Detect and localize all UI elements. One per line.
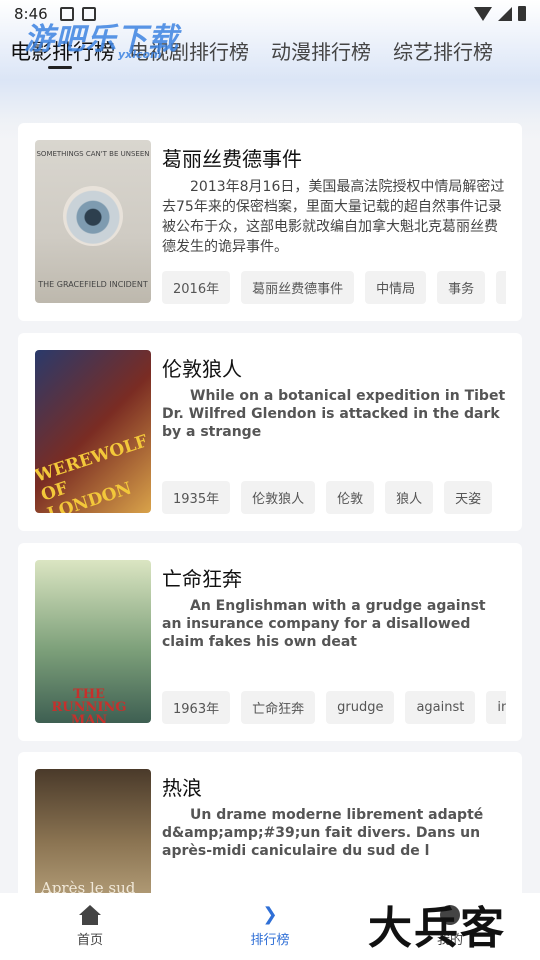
movie-poster: SOMETHINGS CAN'T BE UNSEEN THE GRACEFIEL…: [35, 140, 151, 303]
watermark-bottom: 大兵客: [368, 903, 506, 954]
tag[interactable]: 2016年: [162, 271, 231, 304]
tab-anime-ranking[interactable]: 动漫排行榜: [271, 36, 371, 65]
tag[interactable]: 伦敦狼人: [241, 481, 316, 514]
tag[interactable]: 事务: [437, 271, 486, 304]
movie-description: An Englishman with a grudge against an i…: [162, 598, 486, 650]
nav-home-label: 首页: [76, 933, 103, 948]
tag-list: 1935年 伦敦狼人 伦敦 狼人 天姿: [162, 481, 506, 515]
tab-variety-ranking[interactable]: 综艺排行榜: [393, 36, 493, 65]
nav-home[interactable]: 首页: [0, 893, 180, 960]
movie-card[interactable]: Après le sud 热浪 Un drame moderne libreme…: [18, 752, 522, 932]
tag[interactable]: 天姿: [444, 481, 493, 514]
movie-card[interactable]: SOMETHINGS CAN'T BE UNSEEN THE GRACEFIEL…: [18, 123, 522, 321]
nav-ranking[interactable]: ❯ 排行榜: [180, 893, 360, 960]
signal-icon: [498, 6, 512, 21]
tag[interactable]: 亡命狂奔: [241, 691, 316, 724]
watermark-logo-sub: yxlcom: [118, 48, 162, 61]
tag-list: 1963年 亡命狂奔 grudge against insurance: [162, 691, 506, 725]
tag[interactable]: 伦敦: [326, 481, 375, 514]
movie-card[interactable]: THE RUNNING MAN 亡命狂奔 An Englishman with …: [18, 543, 522, 741]
movie-title: 伦敦狼人: [162, 357, 242, 381]
tag[interactable]: 1963年: [162, 691, 231, 724]
wifi-icon: [474, 6, 492, 21]
active-tab-indicator: [48, 66, 72, 69]
eye-image: [63, 186, 123, 246]
movie-title: 亡命狂奔: [162, 567, 242, 591]
nav-ranking-label: 排行榜: [250, 933, 290, 948]
movie-description: Un drame moderne librement adapté d&amp;…: [162, 807, 484, 859]
tag[interactable]: 1935年: [162, 481, 231, 514]
movie-description: While on a botanical expedition in Tibet…: [162, 388, 506, 440]
status-icons: [474, 6, 526, 21]
movie-poster: WEREWOLF OF LONDON: [35, 350, 151, 513]
tag[interactable]: against: [405, 691, 476, 724]
tag[interactable]: grudge: [326, 691, 395, 724]
movie-title: 葛丽丝费德事件: [162, 147, 302, 171]
poster-title: THE GRACEFIELD INCIDENT: [38, 280, 148, 289]
tag[interactable]: insurance: [486, 691, 506, 724]
poster-title: WEREWOLF OF LONDON: [35, 431, 151, 513]
movie-description: 2013年8月16日，美国最高法院授权中情局解密过去75年来的保密档案，里面大量…: [162, 179, 505, 255]
battery-icon: [518, 6, 526, 21]
movie-title: 热浪: [162, 776, 202, 800]
tag-list: 2016年 葛丽丝费德事件 中情局 事务 人: [162, 271, 506, 305]
movie-poster: THE RUNNING MAN: [35, 560, 151, 723]
poster-tagline: SOMETHINGS CAN'T BE UNSEEN: [36, 150, 150, 158]
tag[interactable]: 人: [496, 271, 506, 304]
tag[interactable]: 葛丽丝费德事件: [241, 271, 355, 304]
home-icon: [79, 905, 101, 925]
tag[interactable]: 狼人: [385, 481, 434, 514]
poster-title: THE RUNNING MAN: [51, 687, 127, 723]
tag[interactable]: 中情局: [365, 271, 427, 304]
movie-card[interactable]: WEREWOLF OF LONDON 伦敦狼人 While on a botan…: [18, 333, 522, 531]
chevron-right-icon: ❯: [262, 904, 278, 925]
